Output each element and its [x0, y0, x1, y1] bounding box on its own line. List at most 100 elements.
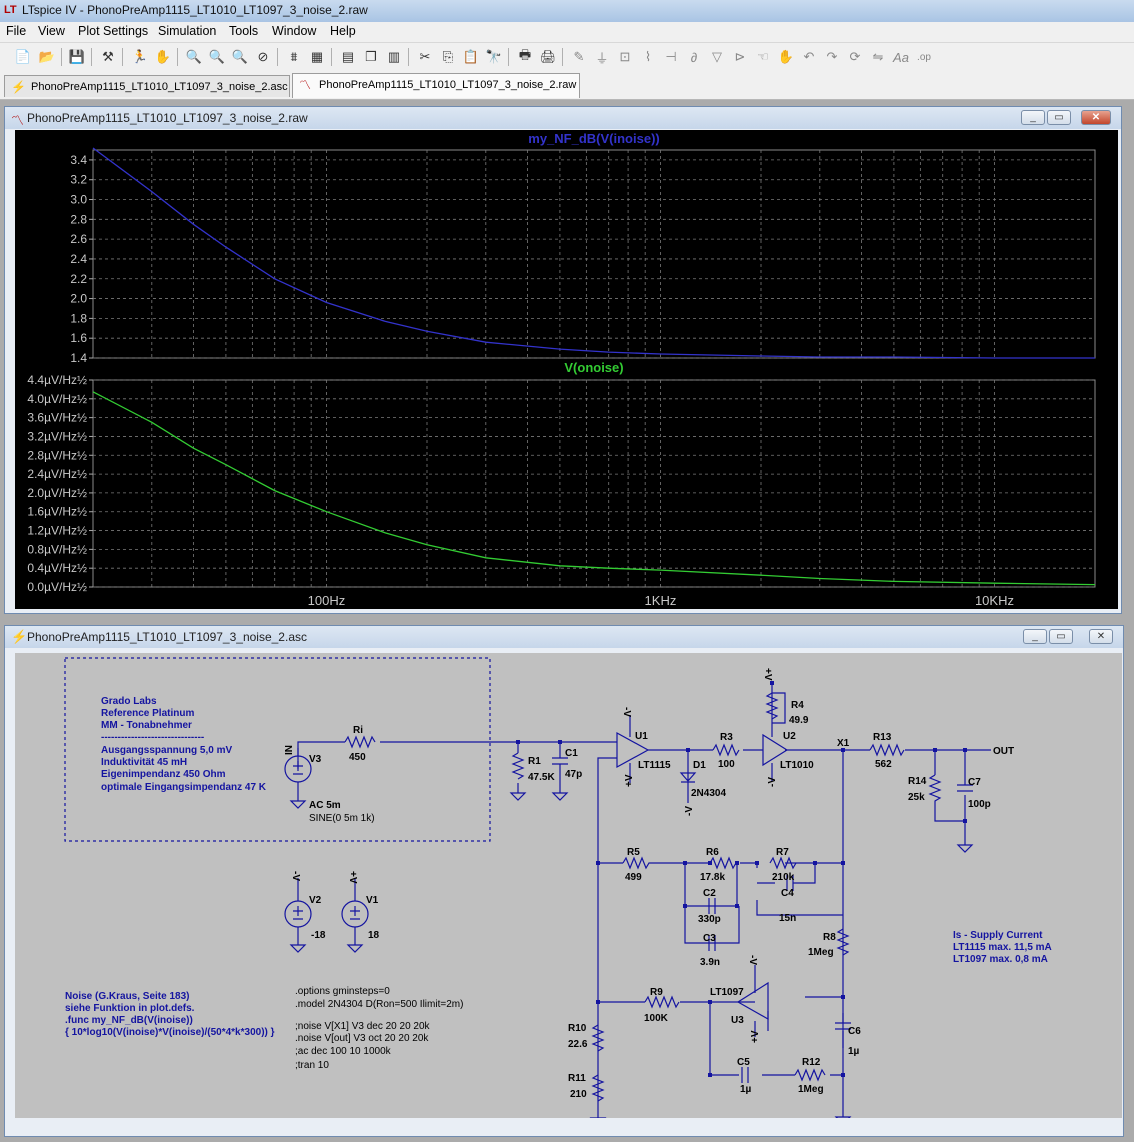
menu-view[interactable]: View [38, 24, 65, 38]
tab-schematic[interactable]: ⚡ PhonoPreAmp1115_LT1010_LT1097_3_noise_… [4, 75, 290, 97]
menu-window[interactable]: Window [272, 24, 316, 38]
ground-icon[interactable]: ⏚ [592, 47, 612, 67]
label-ri: Ri [353, 725, 363, 736]
supply-note-line: LT1097 max. 0,8 mA [953, 954, 1048, 965]
toolbar-separator [508, 48, 509, 66]
halt-icon[interactable]: ✋ [153, 47, 173, 67]
note-line: Eigenimpendanz 450 Ohm [101, 769, 226, 780]
text-icon[interactable]: Aa [891, 47, 911, 67]
y-tick-label: 2.4µV/Hz½ [27, 467, 87, 481]
label-out: OUT [993, 746, 1014, 757]
close-button[interactable]: ✕ [1089, 629, 1113, 644]
label-r10-value: 22.6 [568, 1039, 588, 1050]
label-u2: U2 [783, 731, 796, 742]
zoom-out-icon[interactable]: 🔍 [207, 47, 227, 67]
label-r14-value: 25k [908, 792, 925, 803]
zoom-fit-icon[interactable]: 🔍 [230, 47, 250, 67]
plot-window-titlebar[interactable]: 〽 PhonoPreAmp1115_LT1010_LT1097_3_noise_… [5, 107, 1121, 129]
wire-icon[interactable]: ✎ [569, 47, 589, 67]
resistor-icon[interactable]: ⌇ [638, 47, 658, 67]
note-line: Induktivität 45 mH [101, 757, 187, 768]
y-tick-label: 2.0 [70, 292, 87, 306]
schematic-window-titlebar[interactable]: ⚡ PhonoPreAmp1115_LT1010_LT1097_3_noise_… [5, 626, 1123, 648]
ltspice-logo-icon: LT [4, 4, 17, 16]
spice-directive: .options gminsteps=0 [295, 986, 390, 997]
resistor-r3 [712, 743, 740, 757]
grid-icon[interactable]: ▦ [307, 47, 327, 67]
close-button[interactable]: ✕ [1081, 110, 1111, 125]
tile-vertical-icon[interactable]: ▥ [384, 47, 404, 67]
cut-icon[interactable]: ✂ [415, 47, 435, 67]
feedback-wire [597, 757, 843, 1051]
cascade-icon[interactable]: ❐ [361, 47, 381, 67]
capacitor-icon[interactable]: ⊣ [661, 47, 681, 67]
mirror-icon[interactable]: ⇋ [868, 47, 888, 67]
label-r13: R13 [873, 732, 892, 743]
find-icon[interactable]: 🔭 [484, 47, 504, 67]
label-icon[interactable]: ⊡ [615, 47, 635, 67]
undo-icon[interactable]: ↶ [799, 47, 819, 67]
open-icon[interactable]: 📂 [37, 47, 57, 67]
waveform-plot-area[interactable]: 3.4 3.2 3.0 2.8 2.6 2.4 2.2 2.0 1.8 1.6 1.4 my_NF_d… [15, 130, 1118, 609]
restore-button[interactable]: ▭ [1049, 629, 1073, 644]
drag-icon[interactable]: ✋ [776, 47, 796, 67]
menu-help[interactable]: Help [330, 24, 356, 38]
source-wires [297, 748, 356, 945]
label-plus-v: +V [624, 774, 635, 787]
diode-icon[interactable]: ▽ [707, 47, 727, 67]
waveform-icon: 〽 [11, 113, 25, 128]
print-setup-icon[interactable]: 🖶 [515, 47, 535, 67]
label-r11-value: 210 [570, 1089, 587, 1100]
redo-icon[interactable]: ↷ [822, 47, 842, 67]
tab-waveform[interactable]: 〽 PhonoPreAmp1115_LT1010_LT1097_3_noise_… [292, 73, 580, 98]
spice-directive-icon[interactable]: .op [914, 47, 934, 67]
inductor-icon[interactable]: ∂ [684, 47, 704, 67]
y-tick-label: 3.4 [70, 153, 87, 167]
label-r6: R6 [706, 847, 719, 858]
label-c5: C5 [737, 1057, 750, 1068]
menu-tools[interactable]: Tools [229, 24, 258, 38]
toolbar-separator [177, 48, 178, 66]
label-u3: U3 [731, 1015, 744, 1026]
print-icon[interactable]: 🖨 [538, 47, 558, 67]
label-x1: X1 [837, 738, 850, 749]
rotate-icon[interactable]: ⟳ [845, 47, 865, 67]
label-minus-v: -V [684, 806, 695, 816]
restore-button[interactable]: ▭ [1047, 110, 1071, 125]
schematic-icon: ⚡ [11, 80, 26, 94]
note-line: MM - Tonabnehmer [101, 720, 192, 731]
label-c7-value: 100p [968, 799, 991, 810]
label-c2-value: 330p [698, 914, 721, 925]
trace-onoise [92, 391, 1096, 586]
y-tick-label: 0.4µV/Hz½ [27, 561, 87, 575]
menu-file[interactable]: File [6, 24, 26, 38]
copy-icon[interactable]: ⎘ [438, 47, 458, 67]
schematic-canvas[interactable]: Grado Labs Reference Platinum MM - Tonab… [15, 653, 1122, 1126]
plot-pane-frame [92, 149, 1096, 359]
control-panel-icon[interactable]: ⚒ [98, 47, 118, 67]
menu-simulation[interactable]: Simulation [158, 24, 216, 38]
noise-note-line: Noise (G.Kraus, Seite 183) [65, 991, 190, 1002]
paste-icon[interactable]: 📋 [461, 47, 481, 67]
y-tick-label: 1.8 [70, 311, 87, 325]
zoom-cancel-icon[interactable]: ⊘ [253, 47, 273, 67]
run-icon[interactable]: 🏃 [130, 47, 150, 67]
minimize-button[interactable]: _ [1023, 629, 1047, 644]
source-v3-sign [293, 761, 303, 775]
component-icon[interactable]: ⊳ [730, 47, 750, 67]
y-tick-label: 2.0µV/Hz½ [27, 486, 87, 500]
autorange-icon[interactable]: ⩩ [284, 47, 304, 67]
move-icon[interactable]: ☜ [753, 47, 773, 67]
label-plus-v: +V [750, 1030, 761, 1043]
label-r5: R5 [627, 847, 640, 858]
new-schematic-icon[interactable]: 📄 [13, 47, 33, 67]
y-tick-label: 0.8µV/Hz½ [27, 542, 87, 556]
label-v3-sine: SINE(0 5m 1k) [309, 813, 375, 824]
minimize-button[interactable]: _ [1021, 110, 1045, 125]
tile-horizontal-icon[interactable]: ▤ [338, 47, 358, 67]
save-icon[interactable]: 💾 [67, 47, 87, 67]
tab-label: PhonoPreAmp1115_LT1010_LT1097_3_noise_2.… [31, 81, 288, 93]
zoom-in-icon[interactable]: 🔍 [184, 47, 204, 67]
menu-plot-settings[interactable]: Plot Settings [78, 24, 148, 38]
y-tick-label: 1.4 [70, 351, 87, 365]
